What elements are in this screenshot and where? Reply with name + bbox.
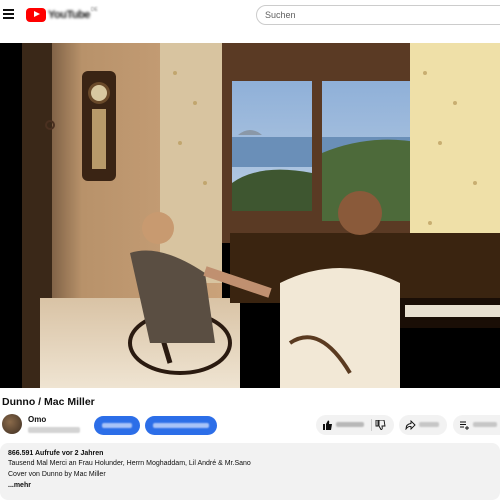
description-box[interactable]: 866.591 Aufrufe vor 2 Jahren Tausend Mal… bbox=[0, 443, 500, 500]
edit-video-button[interactable] bbox=[145, 416, 217, 435]
description-line: Cover von Dunno by Mac Miller bbox=[8, 471, 106, 478]
top-bar: YouTube DE Suchen bbox=[0, 0, 500, 30]
channel-name[interactable]: Omo bbox=[28, 415, 46, 424]
description-line: Tausend Mal Merci an Frau Holunder, Herr… bbox=[8, 460, 251, 467]
save-button[interactable] bbox=[453, 415, 500, 435]
save-label bbox=[473, 422, 497, 427]
search-input[interactable]: Suchen bbox=[256, 5, 500, 25]
pill-divider bbox=[371, 419, 372, 431]
subscriber-count bbox=[28, 427, 80, 433]
youtube-play-icon bbox=[26, 7, 46, 22]
like-dislike-pill bbox=[316, 415, 394, 435]
analytics-button[interactable] bbox=[94, 416, 140, 435]
search-placeholder: Suchen bbox=[265, 10, 296, 20]
youtube-logo[interactable]: YouTube DE bbox=[26, 7, 98, 22]
video-player[interactable] bbox=[0, 43, 500, 388]
show-more-link[interactable]: ...mehr bbox=[8, 482, 31, 489]
menu-icon[interactable] bbox=[3, 9, 14, 19]
video-title: Dunno / Mac Miller bbox=[2, 396, 95, 408]
channel-avatar[interactable] bbox=[2, 414, 22, 434]
like-count bbox=[336, 422, 364, 427]
share-icon bbox=[405, 420, 416, 430]
view-stats: 866.591 Aufrufe vor 2 Jahren bbox=[8, 450, 104, 457]
logo-text: YouTube bbox=[48, 8, 90, 21]
thumbs-down-icon[interactable] bbox=[375, 420, 386, 430]
logo-country: DE bbox=[90, 7, 98, 13]
video-frame bbox=[0, 43, 500, 388]
share-label bbox=[419, 422, 439, 427]
save-icon bbox=[460, 421, 469, 430]
thumbs-up-icon[interactable] bbox=[322, 420, 333, 430]
share-button[interactable] bbox=[399, 415, 447, 435]
